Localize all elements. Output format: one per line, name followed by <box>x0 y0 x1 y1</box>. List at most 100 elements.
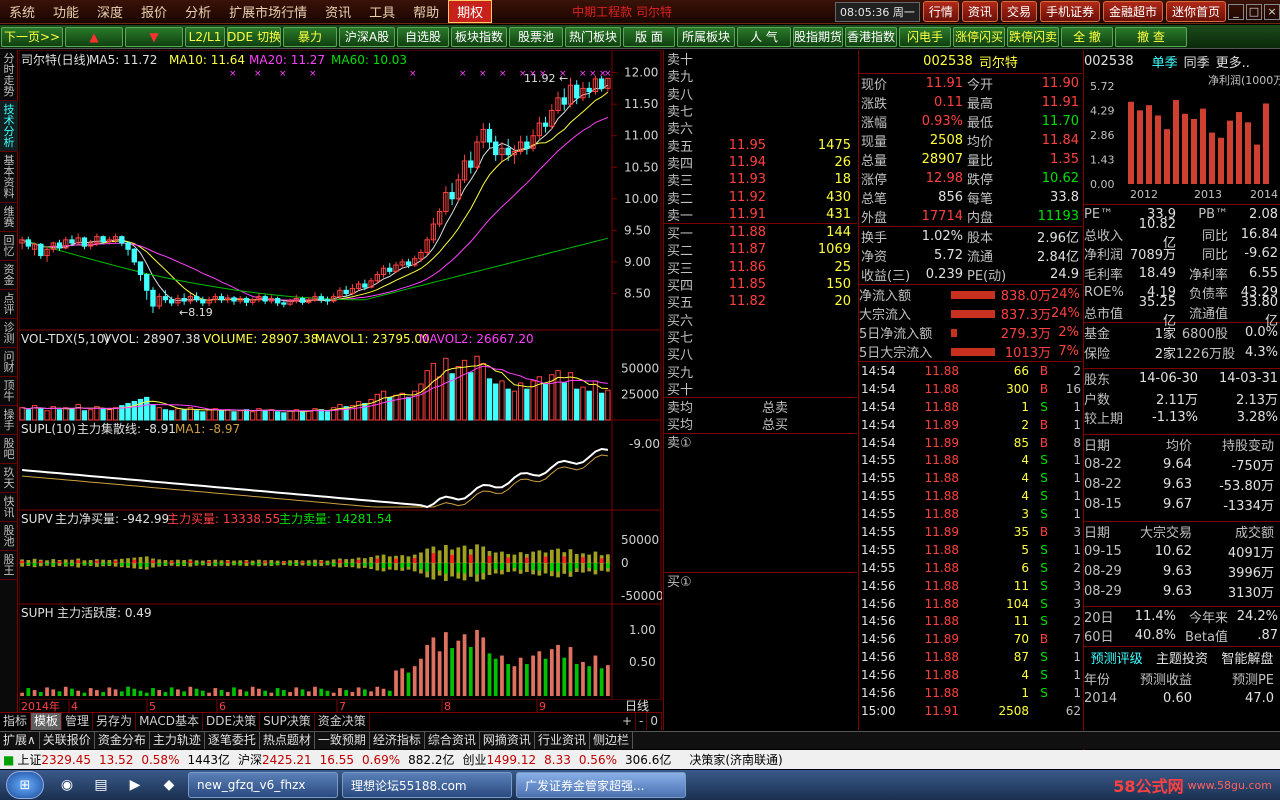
kline-chart[interactable]: 12.00 11.50 11.00 10.50 10.00 9.50 9.00 8.50 司尔特… <box>18 49 664 713</box>
func-button-10[interactable]: 行业资讯 <box>535 732 590 749</box>
func-button-6[interactable]: 一致预期 <box>315 732 370 749</box>
toolbar-button-17[interactable]: 涨停闪买 <box>953 26 1005 47</box>
left-tab-3[interactable]: 维赛 <box>0 203 18 232</box>
left-tab-9[interactable]: 顶牛 <box>0 377 18 406</box>
menu-item-8[interactable]: 帮助 <box>404 2 448 21</box>
toolbar-button-16[interactable]: 闪电手 <box>899 26 951 47</box>
chart-tab-7[interactable]: 资金决策 <box>315 713 370 730</box>
toolbar-button-4[interactable]: DDE 切换 <box>227 26 281 47</box>
toolbar-button-0[interactable]: 下一页>> <box>1 26 63 47</box>
top-right-button-5[interactable]: 迷你首页 <box>1165 1 1226 22</box>
chart-tab-6[interactable]: SUP决策 <box>260 713 315 730</box>
maximize-icon[interactable]: □ <box>1246 3 1262 20</box>
menu-item-5[interactable]: 扩展市场行情 <box>220 2 316 21</box>
top-right-button-4[interactable]: 金融超市 <box>1102 1 1163 22</box>
func-button-11[interactable]: 侧边栏 <box>590 732 633 749</box>
chart-ctrl-2[interactable]: 0 <box>647 713 662 730</box>
func-button-1[interactable]: 关联报价 <box>40 732 95 749</box>
taskbar-task-2[interactable]: 广发证券金管家超强... <box>516 772 686 798</box>
toolbar-button-5[interactable]: 暴力 <box>283 26 337 47</box>
left-tab-5[interactable]: 资金 <box>0 261 18 290</box>
func-button-5[interactable]: 热点题材 <box>260 732 315 749</box>
func-button-4[interactable]: 逐笔委托 <box>205 732 260 749</box>
toolbar-button-13[interactable]: 人 气 <box>737 26 791 47</box>
toolbar-button-3[interactable]: L2/L1 <box>185 26 225 47</box>
chart-tab-0[interactable]: 指标 <box>0 713 32 730</box>
top-right-button-1[interactable]: 资讯 <box>961 1 998 22</box>
f10-peer-tab[interactable]: 同季 <box>1184 52 1210 71</box>
forecast-tab-0[interactable]: 预测评级 <box>1091 648 1143 667</box>
chart-ctrl-1[interactable]: - <box>636 713 648 730</box>
toolbar-button-6[interactable]: 沪深A股 <box>339 26 395 47</box>
func-button-9[interactable]: 网摘资讯 <box>480 732 535 749</box>
chart-ctrl-0[interactable]: + <box>619 713 637 730</box>
left-tab-4[interactable]: 回忆 <box>0 232 18 261</box>
f10-more-link[interactable]: 更多.. <box>1216 52 1250 71</box>
toolbar-button-7[interactable]: 自选股 <box>397 26 449 47</box>
toolbar-button-8[interactable]: 板块指数 <box>451 26 507 47</box>
taskbar-task-0[interactable]: new_gfzq_v6_fhzx <box>188 772 338 798</box>
top-right-button-2[interactable]: 交易 <box>1000 1 1037 22</box>
toolbar-button-11[interactable]: 版 面 <box>623 26 675 47</box>
toolbar-button-12[interactable]: 所属板块 <box>677 26 735 47</box>
menu-item-6[interactable]: 资讯 <box>316 2 360 21</box>
candle-body <box>144 274 150 291</box>
func-button-2[interactable]: 资金分布 <box>95 732 150 749</box>
f10-season-tab[interactable]: 单季 <box>1152 52 1178 71</box>
chart-area[interactable]: 12.00 11.50 11.00 10.50 10.00 9.50 9.00 8.50 司尔特… <box>18 49 664 730</box>
taskbar-task-1[interactable]: 理想论坛55188.com <box>342 772 512 798</box>
left-tab-11[interactable]: 股吧 <box>0 435 18 464</box>
close-icon[interactable]: × <box>1264 3 1280 20</box>
chart-tab-5[interactable]: DDE决策 <box>203 713 261 730</box>
chart-tab-2[interactable]: 管理 <box>62 713 94 730</box>
toolbar-button-19[interactable]: 全 撤 <box>1061 26 1113 47</box>
menu-item-2[interactable]: 深度 <box>88 2 132 21</box>
toolbar-button-18[interactable]: 跌停闪卖 <box>1007 26 1059 47</box>
exec-row: 08-22 9.64 -750万 <box>1084 455 1280 475</box>
left-tab-10[interactable]: 操手 <box>0 406 18 435</box>
sell-queue[interactable]: 卖① <box>664 432 857 451</box>
toolbar-button-14[interactable]: 股指期货 <box>793 26 843 47</box>
func-button-8[interactable]: 综合资讯 <box>425 732 480 749</box>
left-tab-7[interactable]: 诊测 <box>0 319 18 348</box>
top-right-button-0[interactable]: 行情 <box>922 1 959 22</box>
left-tab-0[interactable]: 分时走势 <box>0 50 18 101</box>
media-icon[interactable]: ▶ <box>120 773 150 797</box>
minimize-icon[interactable]: _ <box>1228 3 1244 20</box>
left-tab-2[interactable]: 基本资料 <box>0 152 18 203</box>
func-button-7[interactable]: 经济指标 <box>370 732 425 749</box>
chart-tab-1[interactable]: 模板 <box>31 713 63 730</box>
toolbar-button-2[interactable]: ▼ <box>125 26 183 47</box>
menu-item-3[interactable]: 报价 <box>132 2 176 21</box>
menu-item-7[interactable]: 工具 <box>360 2 404 21</box>
toolbar-button-20[interactable]: 撤 查 <box>1115 26 1187 47</box>
left-tab-8[interactable]: 问财 <box>0 348 18 377</box>
toolbar-button-9[interactable]: 股票池 <box>509 26 563 47</box>
left-tab-6[interactable]: 点评 <box>0 290 18 319</box>
left-tab-14[interactable]: 股池 <box>0 522 18 551</box>
chart-tab-4[interactable]: MACD基本 <box>136 713 204 730</box>
buy-queue[interactable]: 买① <box>664 571 857 590</box>
forecast-tab-2[interactable]: 智能解盘 <box>1221 648 1273 667</box>
explorer-icon[interactable]: ▤ <box>86 773 116 797</box>
left-tab-12[interactable]: 玖天 <box>0 464 18 493</box>
func-button-3[interactable]: 主力轨迹 <box>150 732 205 749</box>
func-button-0[interactable]: 扩展∧ <box>0 732 40 749</box>
menu-item-options[interactable]: 期权 <box>448 0 493 23</box>
left-tab-13[interactable]: 快讯 <box>0 493 18 522</box>
tick-side: S <box>1040 578 1048 593</box>
browser-icon[interactable]: ◉ <box>52 773 82 797</box>
menu-item-4[interactable]: 分析 <box>176 2 220 21</box>
app-icon[interactable]: ◆ <box>154 773 184 797</box>
start-button[interactable]: ⊞ <box>6 771 44 799</box>
forecast-tab-1[interactable]: 主题投资 <box>1156 648 1208 667</box>
menu-item-1[interactable]: 功能 <box>44 2 88 21</box>
menu-item-0[interactable]: 系统 <box>0 2 44 21</box>
toolbar-button-1[interactable]: ▲ <box>65 26 123 47</box>
left-tab-1[interactable]: 技术分析 <box>0 101 18 152</box>
top-right-button-3[interactable]: 手机证券 <box>1039 1 1100 22</box>
toolbar-button-10[interactable]: 热门板块 <box>565 26 621 47</box>
left-tab-15[interactable]: 股王 <box>0 551 18 580</box>
toolbar-button-15[interactable]: 香港指数 <box>845 26 897 47</box>
chart-tab-3[interactable]: 另存为 <box>93 713 137 730</box>
